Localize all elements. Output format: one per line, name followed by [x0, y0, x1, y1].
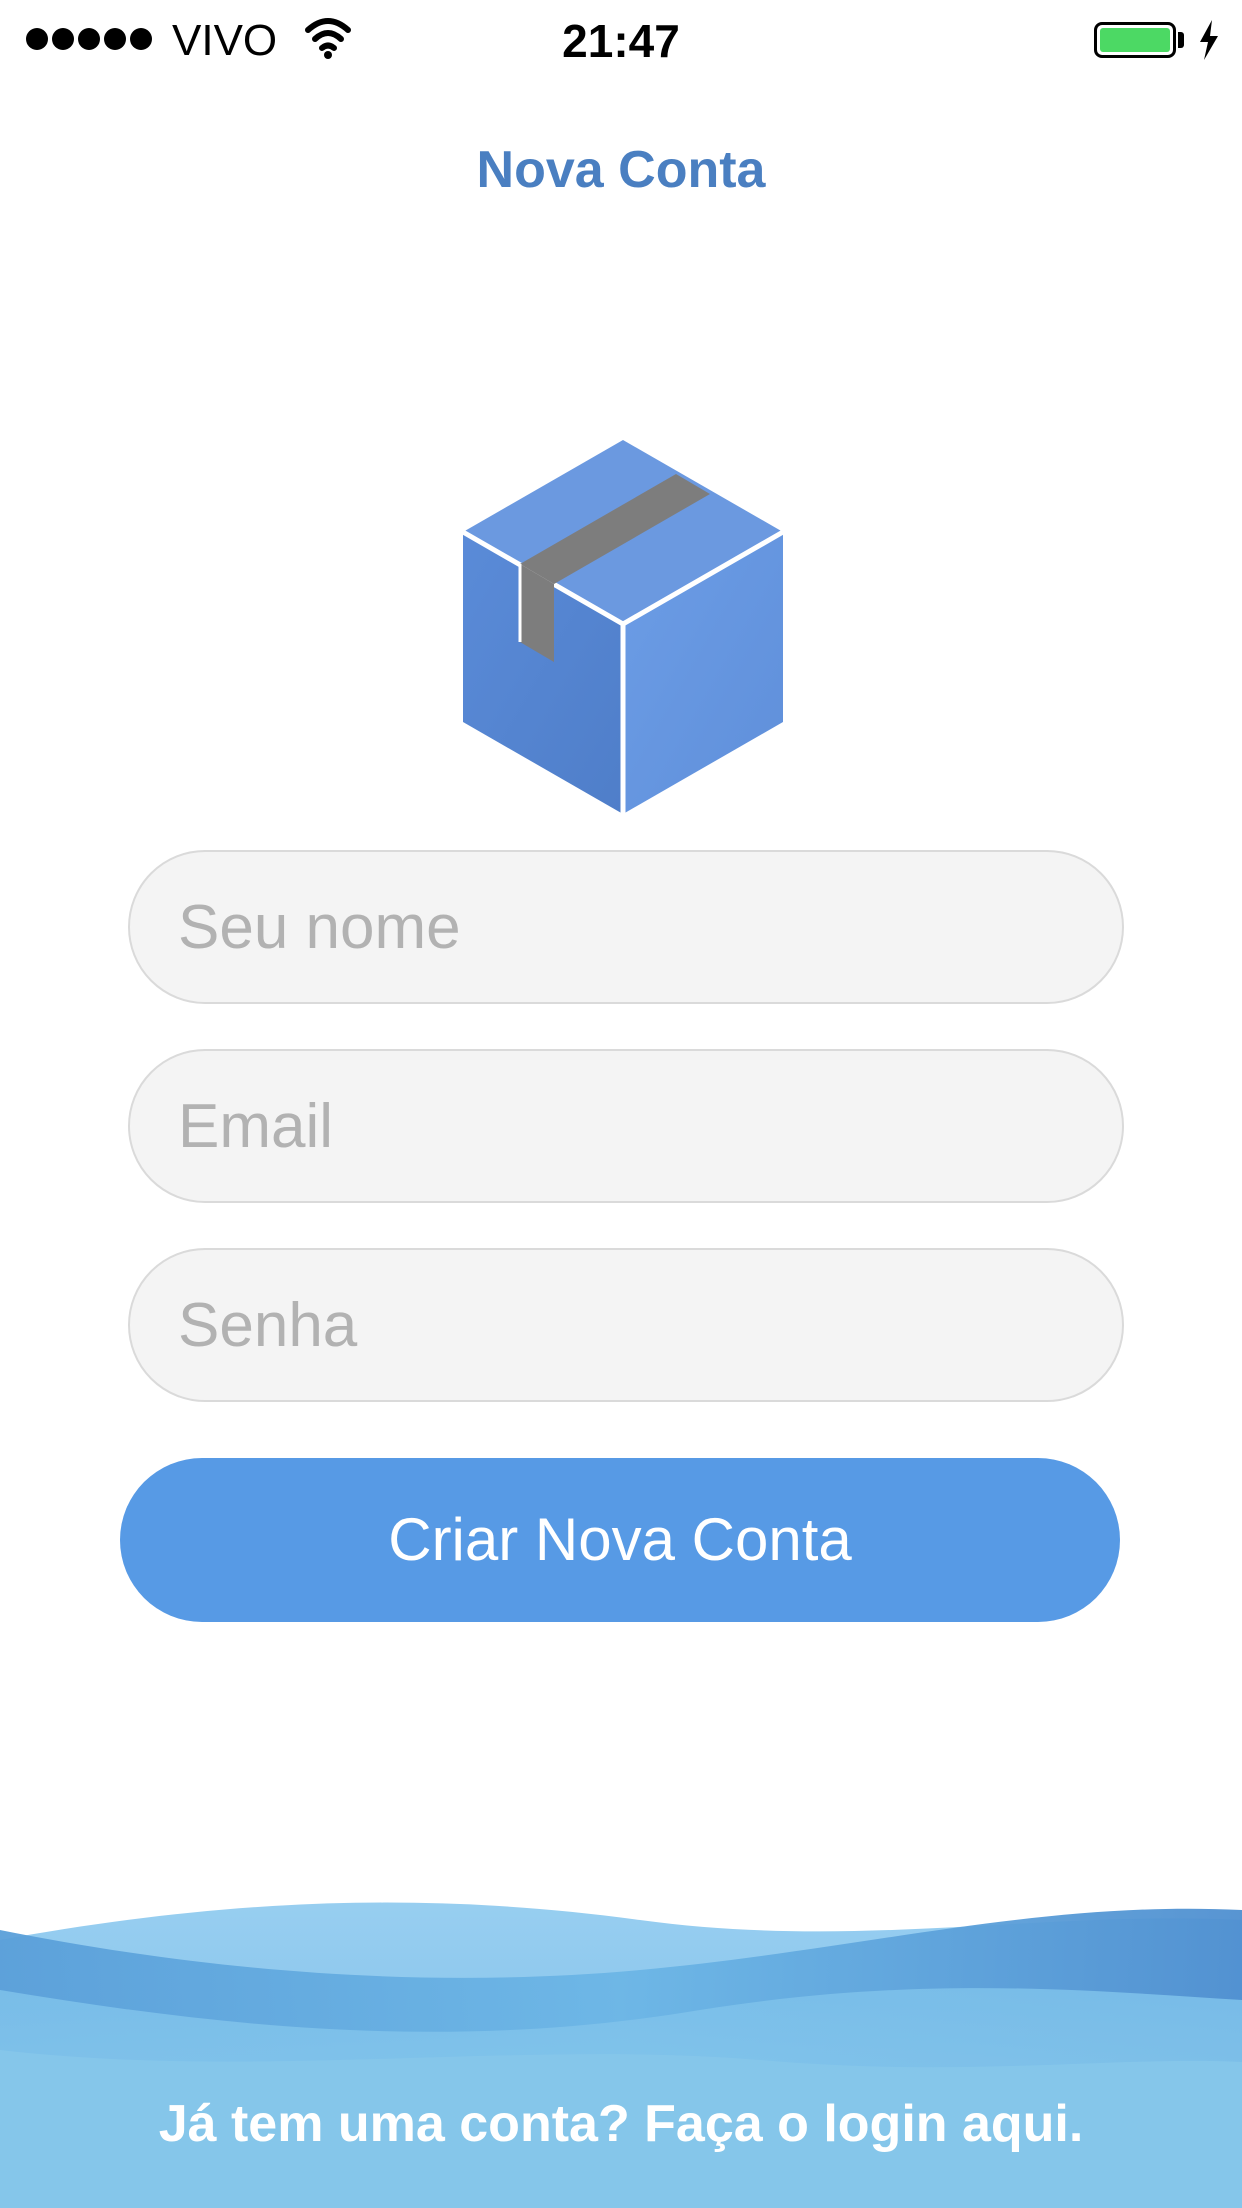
battery-tip	[1178, 32, 1184, 48]
name-field[interactable]	[128, 850, 1124, 1004]
name-input[interactable]	[130, 852, 1122, 1002]
password-input[interactable]	[130, 1250, 1122, 1400]
email-input[interactable]	[130, 1051, 1122, 1201]
wave-decoration	[0, 1902, 1242, 2208]
package-box-icon	[461, 440, 785, 814]
charging-bolt-icon	[1200, 20, 1218, 60]
password-field[interactable]	[128, 1248, 1124, 1402]
email-field[interactable]	[128, 1049, 1124, 1203]
page-title: Nova Conta	[476, 141, 766, 199]
status-clock: 21:47	[562, 15, 680, 67]
create-account-button[interactable]: Criar Nova Conta	[120, 1458, 1120, 1622]
battery-icon	[1094, 22, 1176, 58]
status-bar: VIVO 21:47	[0, 0, 1242, 84]
login-link[interactable]: Já tem uma conta? Faça o login aqui.	[0, 2094, 1242, 2154]
